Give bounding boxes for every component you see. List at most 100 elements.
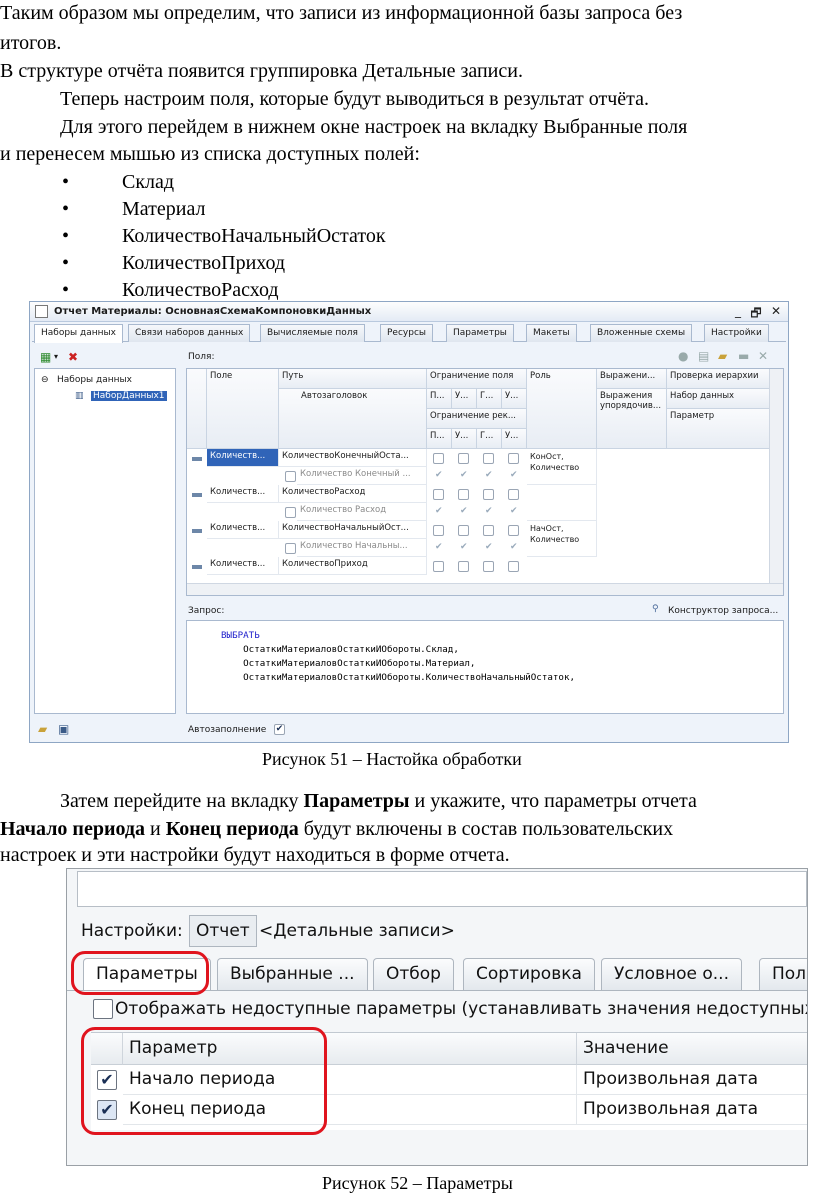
- title-cell[interactable]: Количество Расход: [297, 503, 427, 521]
- field-cell[interactable]: Количеств...: [207, 521, 279, 539]
- param-value-cell[interactable]: Произвольная дата: [577, 1065, 807, 1095]
- path-cell[interactable]: КоличествоРасход: [279, 485, 427, 503]
- close-icon[interactable]: ✕: [768, 304, 784, 318]
- query-builder-icon[interactable]: ⚲: [652, 604, 659, 614]
- field-cell[interactable]: Количеств...: [207, 557, 279, 575]
- tab-datasets[interactable]: Наборы данных: [34, 324, 123, 343]
- param-value-cell[interactable]: Произвольная дата: [577, 1095, 807, 1125]
- tab-fields[interactable]: Поля: [759, 958, 807, 990]
- autofill-label: Автозаполнение: [188, 725, 267, 735]
- col-restrict-field[interactable]: Ограничение поля: [427, 369, 527, 389]
- col-dataset[interactable]: Набор данных: [667, 389, 771, 409]
- restrict-checkbox[interactable]: [483, 453, 494, 464]
- restrict-checkbox[interactable]: [458, 525, 469, 536]
- restrict-checkbox[interactable]: [483, 489, 494, 500]
- tab-settings[interactable]: Настройки: [704, 324, 769, 342]
- col-path[interactable]: Путь: [279, 369, 427, 389]
- autotitle-checkbox[interactable]: [285, 507, 296, 518]
- tree-expander-icon[interactable]: ⊖: [41, 375, 49, 385]
- col-sub[interactable]: П...: [427, 429, 452, 449]
- restrict-checkbox[interactable]: [508, 561, 519, 572]
- col-value[interactable]: Значение: [577, 1033, 807, 1065]
- tab-filter[interactable]: Отбор: [373, 958, 454, 990]
- col-sub[interactable]: У...: [452, 429, 477, 449]
- restrict-checkbox[interactable]: [433, 561, 444, 572]
- highlight-tab-box: [71, 951, 209, 995]
- restrict-checkbox[interactable]: [508, 525, 519, 536]
- restrict-checkbox[interactable]: [508, 489, 519, 500]
- remove-icon[interactable]: ✕: [758, 349, 768, 363]
- col-sub[interactable]: Г...: [477, 429, 502, 449]
- add-dataset-icon[interactable]: ▦: [40, 350, 51, 364]
- show-unavailable-checkbox[interactable]: [93, 999, 113, 1019]
- restrict-checkbox[interactable]: [433, 525, 444, 536]
- title-cell[interactable]: Количество Начальны...: [297, 539, 427, 557]
- folder-icon[interactable]: ▬: [738, 349, 749, 363]
- col-restrict-req[interactable]: Ограничение рек...: [427, 409, 527, 429]
- tab-selected-fields[interactable]: Выбранные ...: [217, 958, 368, 990]
- autofill-checkbox[interactable]: ✔: [274, 724, 285, 735]
- col-sub[interactable]: Г...: [477, 389, 502, 409]
- settings-report-button[interactable]: Отчет: [189, 915, 257, 947]
- restrict-checkbox[interactable]: [483, 525, 494, 536]
- restrict-checkbox[interactable]: [433, 489, 444, 500]
- circle-icon[interactable]: ●: [678, 349, 688, 363]
- field-cell[interactable]: Количеств...: [207, 449, 279, 467]
- tree-root[interactable]: Наборы данных: [57, 375, 132, 385]
- add-folder-icon[interactable]: ▰: [718, 349, 727, 363]
- open-folder-icon[interactable]: ▰: [38, 722, 47, 736]
- tab-dataset-links[interactable]: Связи наборов данных: [128, 324, 251, 342]
- tab-sorting[interactable]: Сортировка: [463, 958, 595, 990]
- check-icon: ✔: [485, 506, 493, 516]
- autotitle-checkbox[interactable]: [285, 543, 296, 554]
- path-cell[interactable]: КоличествоКонечныйОста...: [279, 449, 427, 467]
- delete-icon[interactable]: ✖: [68, 350, 78, 364]
- autotitle-checkbox[interactable]: [285, 471, 296, 482]
- tab-nested-schemas[interactable]: Вложенные схемы: [590, 324, 693, 342]
- col-expr[interactable]: Выражени...: [597, 369, 667, 389]
- paragraph-line: настроек и эти настройки будут находитьс…: [0, 844, 510, 866]
- col-sub[interactable]: У...: [502, 389, 527, 409]
- query-text-editor[interactable]: ВЫБРАТЬ ОстаткиМатериаловОстаткиИОбороты…: [186, 620, 784, 714]
- role-cell[interactable]: НачОст, Количество: [527, 521, 597, 557]
- restrict-checkbox[interactable]: [483, 561, 494, 572]
- fields-label: Поля:: [188, 352, 215, 362]
- restrict-checkbox[interactable]: [508, 453, 519, 464]
- minimize-icon[interactable]: _: [730, 304, 746, 318]
- grid-horizontal-scrollbar[interactable]: [187, 583, 783, 595]
- grid-vertical-scrollbar[interactable]: [769, 369, 783, 583]
- col-autotitle[interactable]: Автозаголовок: [279, 389, 427, 449]
- title-cell[interactable]: Количество Конечный ...: [297, 467, 427, 485]
- tab-resources[interactable]: Ресурсы: [380, 324, 434, 342]
- path-cell[interactable]: КоличествоНачальныйОст...: [279, 521, 427, 539]
- tab-templates[interactable]: Макеты: [526, 324, 577, 342]
- restrict-checkbox[interactable]: [458, 453, 469, 464]
- col-field[interactable]: Поле: [207, 369, 279, 449]
- restore-icon[interactable]: 🗗: [748, 304, 764, 325]
- tab-conditional-format[interactable]: Условное о...: [601, 958, 742, 990]
- tab-parameters[interactable]: Параметры: [446, 324, 514, 342]
- restrict-checkbox[interactable]: [433, 453, 444, 464]
- restrict-checkbox[interactable]: [458, 489, 469, 500]
- check-icon: ✔: [460, 470, 468, 480]
- path-cell[interactable]: КоличествоПриход: [279, 557, 427, 575]
- field-cell[interactable]: Количеств...: [207, 485, 279, 503]
- dropdown-icon[interactable]: ▾: [54, 352, 58, 361]
- col-sub[interactable]: П...: [427, 389, 452, 409]
- col-role[interactable]: Роль: [527, 369, 597, 449]
- col-sub[interactable]: У...: [452, 389, 477, 409]
- copy-icon[interactable]: ▤: [698, 349, 709, 363]
- role-cell[interactable]: [527, 485, 597, 521]
- col-hierarchy[interactable]: Проверка иерархии: [667, 369, 771, 389]
- save-icon[interactable]: ▣: [58, 722, 69, 736]
- bullet-mark: •: [62, 171, 70, 193]
- query-builder-link[interactable]: Конструктор запроса...: [668, 606, 778, 616]
- col-sub[interactable]: У...: [502, 429, 527, 449]
- role-cell[interactable]: КонОст, Количество: [527, 449, 597, 485]
- col-parameter[interactable]: Параметр: [667, 409, 771, 449]
- col-expr-order[interactable]: Выражения упорядочив...: [597, 389, 667, 449]
- tab-calculated-fields[interactable]: Вычисляемые поля: [260, 324, 365, 342]
- tree-item-dataset1[interactable]: НаборДанных1: [91, 391, 167, 401]
- text-run: и укажите, что параметры отчета: [409, 790, 697, 812]
- restrict-checkbox[interactable]: [458, 561, 469, 572]
